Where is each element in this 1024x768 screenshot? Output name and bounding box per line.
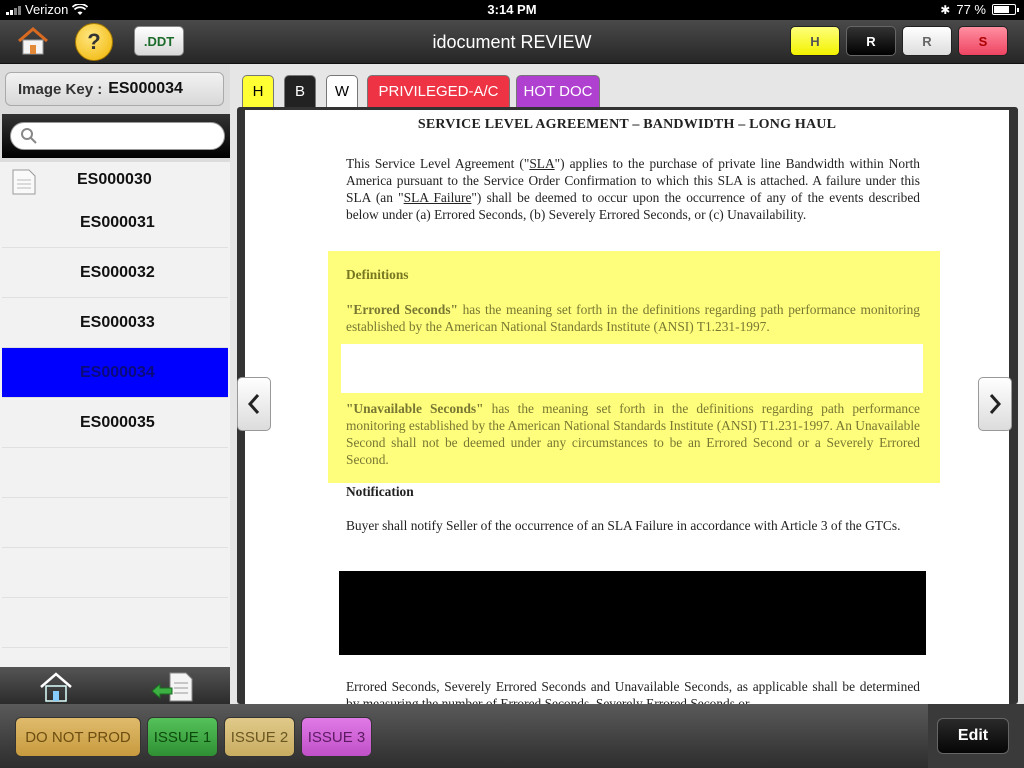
s-button[interactable]: S <box>958 26 1008 56</box>
document-list: ES000030 ES000031 ES000032 ES000033 ES00… <box>0 162 230 667</box>
definitions-heading: Definitions <box>346 267 409 282</box>
battery-fill <box>994 6 1010 13</box>
unavailable-seconds-term: "Unavailable Seconds" <box>346 401 484 416</box>
tab-hot-doc[interactable]: HOT DOC <box>516 75 600 107</box>
sla-failure-term: SLA Failure <box>403 190 472 205</box>
nav-bar: ? .DDT idocument REVIEW H R R S <box>0 20 1024 64</box>
bluetooth-icon: ✱ <box>940 2 951 17</box>
list-item-empty <box>2 548 228 598</box>
image-key-value: ES000034 <box>108 80 183 97</box>
document-file-icon <box>12 169 36 195</box>
bottom-toolbar: DO NOT PROD ISSUE 1 ISSUE 2 ISSUE 3 Edit <box>0 704 1024 768</box>
image-key-label: Image Key : <box>18 80 103 98</box>
list-item-empty <box>2 448 228 498</box>
list-item-label: ES000035 <box>80 414 155 431</box>
list-item[interactable]: ES000031 <box>2 198 228 248</box>
list-item-label: ES000031 <box>80 214 155 231</box>
errored-seconds-term: "Errored Seconds" <box>346 302 458 317</box>
battery-percent: 77 % <box>956 2 986 17</box>
issue-1-button[interactable]: ISSUE 1 <box>147 717 218 757</box>
list-item-label: ES000032 <box>80 264 155 281</box>
errored-seconds-paragraph: "Errored Seconds" has the meaning set fo… <box>346 301 920 335</box>
document-page[interactable]: SERVICE LEVEL AGREEMENT – BANDWIDTH – LO… <box>245 110 1009 704</box>
notification-paragraph: Buyer shall notify Seller of the occurre… <box>346 518 901 533</box>
tab-white[interactable]: W <box>326 75 358 107</box>
white-redaction-box[interactable] <box>341 344 923 393</box>
tab-highlight[interactable]: H <box>242 75 274 107</box>
tab-privileged[interactable]: PRIVILEGED-A/C <box>367 75 510 107</box>
sidebar-footer <box>0 667 230 705</box>
notification-heading: Notification <box>346 484 414 499</box>
sla-term: SLA <box>529 156 555 171</box>
previous-page-button[interactable] <box>237 377 271 431</box>
document-frame: SERVICE LEVEL AGREEMENT – BANDWIDTH – LO… <box>237 107 1018 704</box>
chevron-right-icon <box>989 394 1002 414</box>
list-item-empty <box>2 598 228 648</box>
issue-2-button[interactable]: ISSUE 2 <box>224 717 295 757</box>
redact-white-r-button[interactable]: R <box>902 26 952 56</box>
search-bar <box>2 114 230 158</box>
search-icon <box>21 128 37 144</box>
image-key-field: Image Key : ES000034 <box>5 72 224 106</box>
do-not-prod-button[interactable]: DO NOT PROD <box>15 717 141 757</box>
edit-button[interactable]: Edit <box>937 718 1009 754</box>
list-item-selected[interactable]: ES000034 <box>2 348 228 398</box>
black-redaction-box[interactable] <box>339 571 926 655</box>
export-document-icon[interactable] <box>150 671 194 703</box>
document-viewer: H B W PRIVILEGED-A/C HOT DOC SERVICE LEV… <box>230 64 1024 704</box>
highlight-region[interactable]: Definitions "Errored Seconds" has the me… <box>328 251 940 483</box>
battery-icon <box>992 4 1019 15</box>
measurement-paragraph: Errored Seconds, Severely Errored Second… <box>346 679 920 704</box>
document-title: SERVICE LEVEL AGREEMENT – BANDWIDTH – LO… <box>417 117 837 132</box>
list-item[interactable]: ES000030 <box>2 162 228 198</box>
status-bar: Verizon 3:14 PM ✱ 77 % <box>0 0 1024 20</box>
list-item[interactable]: ES000035 <box>2 398 228 448</box>
highlight-h-button[interactable]: H <box>790 26 840 56</box>
search-input[interactable] <box>10 122 225 150</box>
list-item[interactable]: ES000032 <box>2 248 228 298</box>
list-item-empty <box>2 498 228 548</box>
status-right: ✱ 77 % <box>940 2 1019 17</box>
status-time: 3:14 PM <box>487 2 537 17</box>
next-page-button[interactable] <box>978 377 1012 431</box>
home-icon[interactable] <box>38 671 74 703</box>
intro-text-a: This Service Level Agreement (" <box>346 156 530 171</box>
issue-3-button[interactable]: ISSUE 3 <box>301 717 372 757</box>
list-item-label: ES000033 <box>80 314 155 331</box>
list-item-label: ES000030 <box>77 171 152 188</box>
edit-panel: Edit <box>928 704 1024 768</box>
intro-paragraph: This Service Level Agreement ("SLA") app… <box>346 155 920 223</box>
tab-black[interactable]: B <box>284 75 316 107</box>
list-item[interactable]: ES000033 <box>2 298 228 348</box>
chevron-left-icon <box>247 394 260 414</box>
unavailable-seconds-paragraph: "Unavailable Seconds" has the meaning se… <box>346 400 920 468</box>
redact-r-button[interactable]: R <box>846 26 896 56</box>
list-item-label: ES000034 <box>80 364 155 381</box>
sidebar: Image Key : ES000034 ES000030 ES000031 E… <box>0 64 230 705</box>
